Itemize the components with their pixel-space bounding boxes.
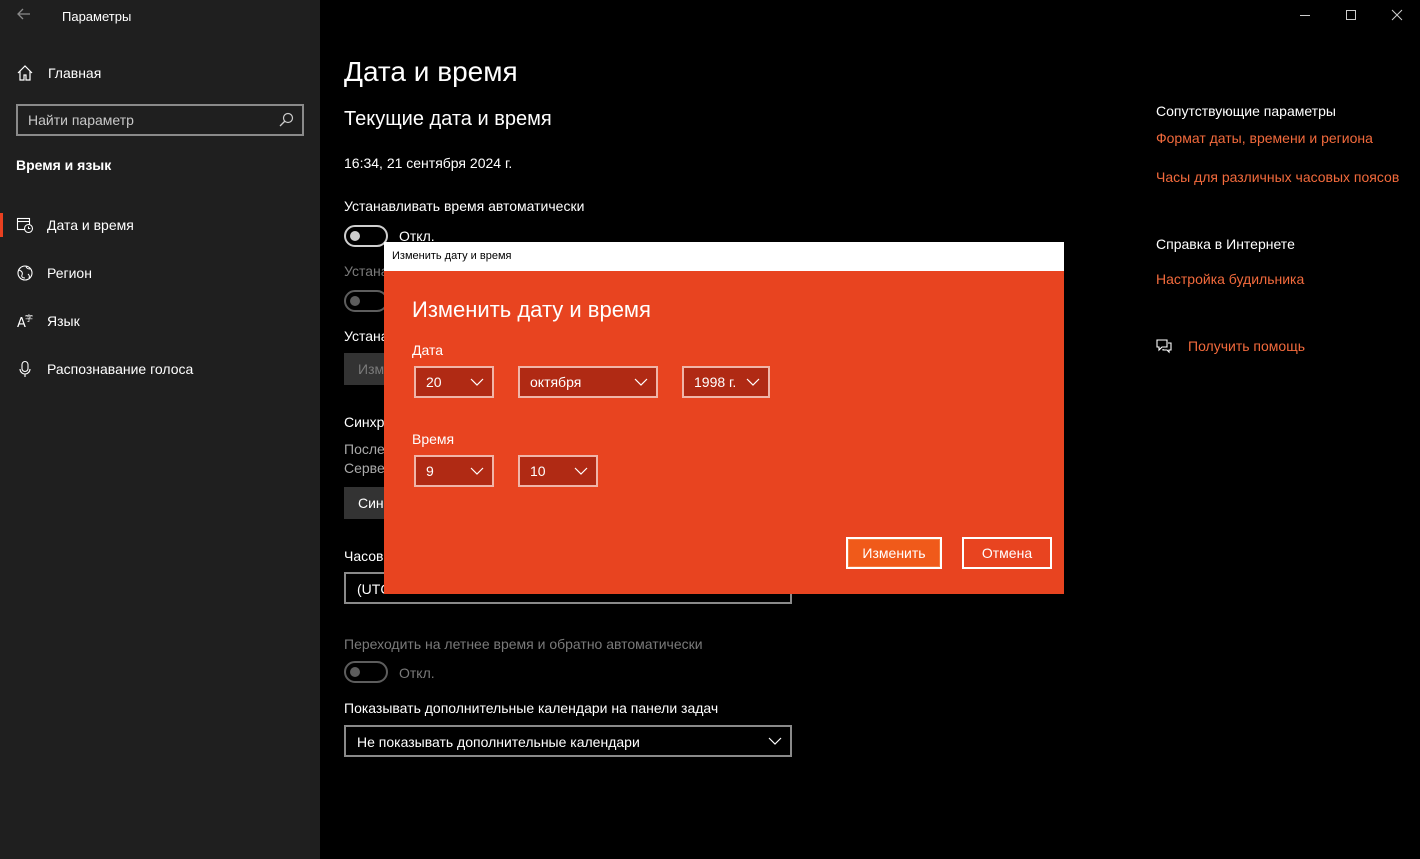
date-format-link[interactable]: Формат даты, времени и региона bbox=[1156, 130, 1373, 146]
calendars-select[interactable]: Не показывать дополнительные календари bbox=[344, 725, 792, 757]
maximize-icon[interactable] bbox=[1344, 8, 1358, 22]
hour-dropdown[interactable]: 9 bbox=[414, 455, 494, 487]
online-help-title: Справка в Интернете bbox=[1156, 236, 1295, 252]
toggle-knob bbox=[350, 667, 360, 677]
time-label: Время bbox=[412, 431, 455, 447]
app-title: Параметры bbox=[62, 9, 132, 24]
sidebar-item-label: Распознавание голоса bbox=[47, 361, 194, 377]
minute-dropdown[interactable]: 10 bbox=[518, 455, 598, 487]
sidebar-item-date-time[interactable]: Дата и время bbox=[0, 205, 320, 245]
chevron-down-icon bbox=[470, 375, 484, 389]
chevron-down-icon bbox=[574, 464, 588, 478]
dropdown-value: 20 bbox=[426, 374, 442, 390]
chevron-down-icon bbox=[634, 375, 648, 389]
sidebar-item-label: Язык bbox=[47, 313, 80, 329]
chevron-down-icon bbox=[470, 464, 484, 478]
date-label: Дата bbox=[412, 342, 444, 358]
microphone-icon bbox=[16, 360, 34, 378]
page-title: Дата и время bbox=[344, 56, 518, 87]
globe-icon bbox=[16, 264, 34, 282]
search-box bbox=[16, 104, 304, 136]
help-chat-icon bbox=[1155, 337, 1173, 355]
get-help-link[interactable]: Получить помощь bbox=[1188, 338, 1305, 354]
sync-line1: После bbox=[344, 441, 385, 457]
auto-time-toggle[interactable] bbox=[344, 225, 388, 247]
sidebar-item-home[interactable]: Главная bbox=[0, 58, 320, 90]
alarm-setup-link[interactable]: Настройка будильника bbox=[1156, 271, 1304, 287]
language-icon: A字 bbox=[16, 312, 34, 331]
related-settings-title: Сопутствующие параметры bbox=[1156, 103, 1336, 119]
additional-clocks-link[interactable]: Часы для различных часовых поясов bbox=[1156, 169, 1399, 185]
change-button[interactable]: Изменить bbox=[846, 537, 942, 569]
month-dropdown[interactable]: октября bbox=[518, 366, 658, 398]
calendars-label: Показывать дополнительные календари на п… bbox=[344, 700, 719, 716]
dialog-heading: Изменить дату и время bbox=[412, 297, 651, 322]
current-datetime: 16:34, 21 сентября 2024 г. bbox=[344, 155, 513, 171]
manual-time-label: Устана bbox=[344, 328, 389, 344]
close-icon[interactable] bbox=[1390, 8, 1404, 22]
auto-timezone-toggle[interactable] bbox=[344, 290, 388, 312]
sync-title: Синхр bbox=[344, 414, 385, 430]
sidebar: Параметры Главная Время и язык Дата и вр… bbox=[0, 0, 320, 859]
dropdown-value: 10 bbox=[530, 463, 546, 479]
toggle-knob bbox=[350, 296, 360, 306]
minimize-icon[interactable] bbox=[1298, 8, 1312, 22]
auto-timezone-label: Устана bbox=[344, 263, 389, 279]
calendar-clock-icon bbox=[16, 216, 34, 234]
timezone-label: Часов bbox=[344, 548, 384, 564]
section-title: Время и язык bbox=[16, 157, 112, 173]
svg-text:字: 字 bbox=[25, 313, 33, 323]
year-dropdown[interactable]: 1998 г. bbox=[682, 366, 770, 398]
dst-toggle[interactable] bbox=[344, 661, 388, 683]
auto-time-label: Устанавливать время автоматически bbox=[344, 198, 585, 214]
sidebar-item-region[interactable]: Регион bbox=[0, 253, 320, 293]
sync-line2: Серве bbox=[344, 460, 385, 476]
button-label: Изм bbox=[358, 361, 385, 377]
sidebar-item-language[interactable]: A字 Язык bbox=[0, 301, 320, 341]
button-label: Син bbox=[358, 495, 384, 511]
toggle-knob bbox=[350, 231, 360, 241]
cancel-button[interactable]: Отмена bbox=[962, 537, 1052, 569]
change-datetime-dialog: Изменить дату и время Изменить дату и вр… bbox=[384, 242, 1064, 594]
dropdown-value: 9 bbox=[426, 463, 434, 479]
dst-state: Откл. bbox=[399, 665, 435, 681]
day-dropdown[interactable]: 20 bbox=[414, 366, 494, 398]
dialog-window-title: Изменить дату и время bbox=[392, 250, 512, 262]
dialog-titlebar: Изменить дату и время bbox=[384, 242, 1064, 271]
sidebar-item-label: Регион bbox=[47, 265, 92, 281]
chevron-down-icon bbox=[768, 734, 782, 748]
dropdown-value: 1998 г. bbox=[694, 374, 737, 390]
sidebar-item-label: Главная bbox=[48, 65, 102, 81]
dropdown-value: октября bbox=[530, 374, 582, 390]
search-input[interactable] bbox=[18, 106, 288, 134]
back-arrow-icon[interactable] bbox=[16, 6, 36, 26]
dst-label: Переходить на летнее время и обратно авт… bbox=[344, 636, 703, 652]
sidebar-item-speech[interactable]: Распознавание голоса bbox=[0, 349, 320, 389]
chevron-down-icon bbox=[746, 375, 760, 389]
search-icon[interactable] bbox=[278, 112, 294, 128]
sidebar-item-label: Дата и время bbox=[47, 217, 134, 233]
select-value: Не показывать дополнительные календари bbox=[357, 734, 640, 750]
section-heading: Текущие дата и время bbox=[344, 108, 552, 130]
home-icon bbox=[16, 64, 34, 82]
